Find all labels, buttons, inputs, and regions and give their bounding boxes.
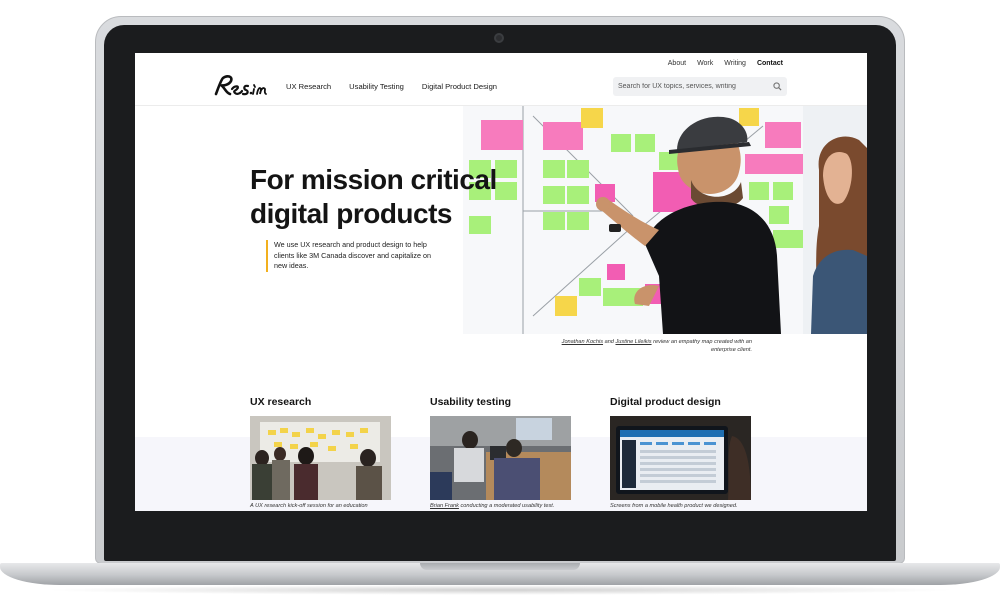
hero-title-line-2: digital products [250,198,453,229]
camera-icon [494,33,504,43]
search-icon[interactable] [773,82,782,91]
hero-description: We use UX research and product design to… [266,240,444,272]
service-title-digital-product-design[interactable]: Digital product design [610,396,721,408]
nav-digital-product-design[interactable]: Digital Product Design [422,82,497,91]
main-nav: UX Research Usability Testing Digital Pr… [286,82,497,91]
nav-ux-research[interactable]: UX Research [286,82,331,91]
laptop-notch [420,563,580,570]
laptop-shadow [40,585,960,595]
top-nav-about[interactable]: About [668,60,686,67]
hero-title: For mission critical digital products [250,163,540,231]
website-screen: About Work Writing Contact UX Research U… [135,53,867,511]
caption-joiner: and [604,339,614,345]
thumb-usability-testing[interactable] [430,416,571,500]
thumb-caption-digital-product-design: Screens from a mobile health product we … [610,503,738,509]
top-nav-work[interactable]: Work [697,60,713,67]
top-nav-writing[interactable]: Writing [724,60,746,67]
nav-usability-testing[interactable]: Usability Testing [349,82,404,91]
hero-title-line-1: For mission critical [250,164,497,195]
thumb-caption-ux-research: A UX research kick-off session for an ed… [250,503,368,509]
thumb-digital-product-design[interactable] [610,416,751,500]
service-title-ux-research[interactable]: UX research [250,396,311,408]
thumb-ux-research[interactable] [250,416,391,500]
search-input[interactable] [613,77,763,96]
thumb-caption-usability-testing: Brian Frank conducting a moderated usabi… [430,503,554,509]
site-logo[interactable] [213,74,269,105]
top-nav: About Work Writing Contact [668,60,783,67]
top-nav-contact[interactable]: Contact [757,60,783,67]
caption-link-justine[interactable]: Justine Lileikis [615,339,651,345]
service-title-usability-testing[interactable]: Usability testing [430,396,511,408]
logo-wordmark-icon [214,75,267,96]
caption-usability-rest: conducting a moderated usability test. [460,503,555,509]
caption-link-brian[interactable]: Brian Frank [430,503,459,509]
caption-rest: review an empathy map created with an en… [653,339,752,353]
hero-photo-caption: Jonathan Kochis and Justine Lileikis rev… [540,338,752,354]
caption-link-jonathan[interactable]: Jonathan Kochis [562,339,603,345]
search-box [613,77,787,96]
